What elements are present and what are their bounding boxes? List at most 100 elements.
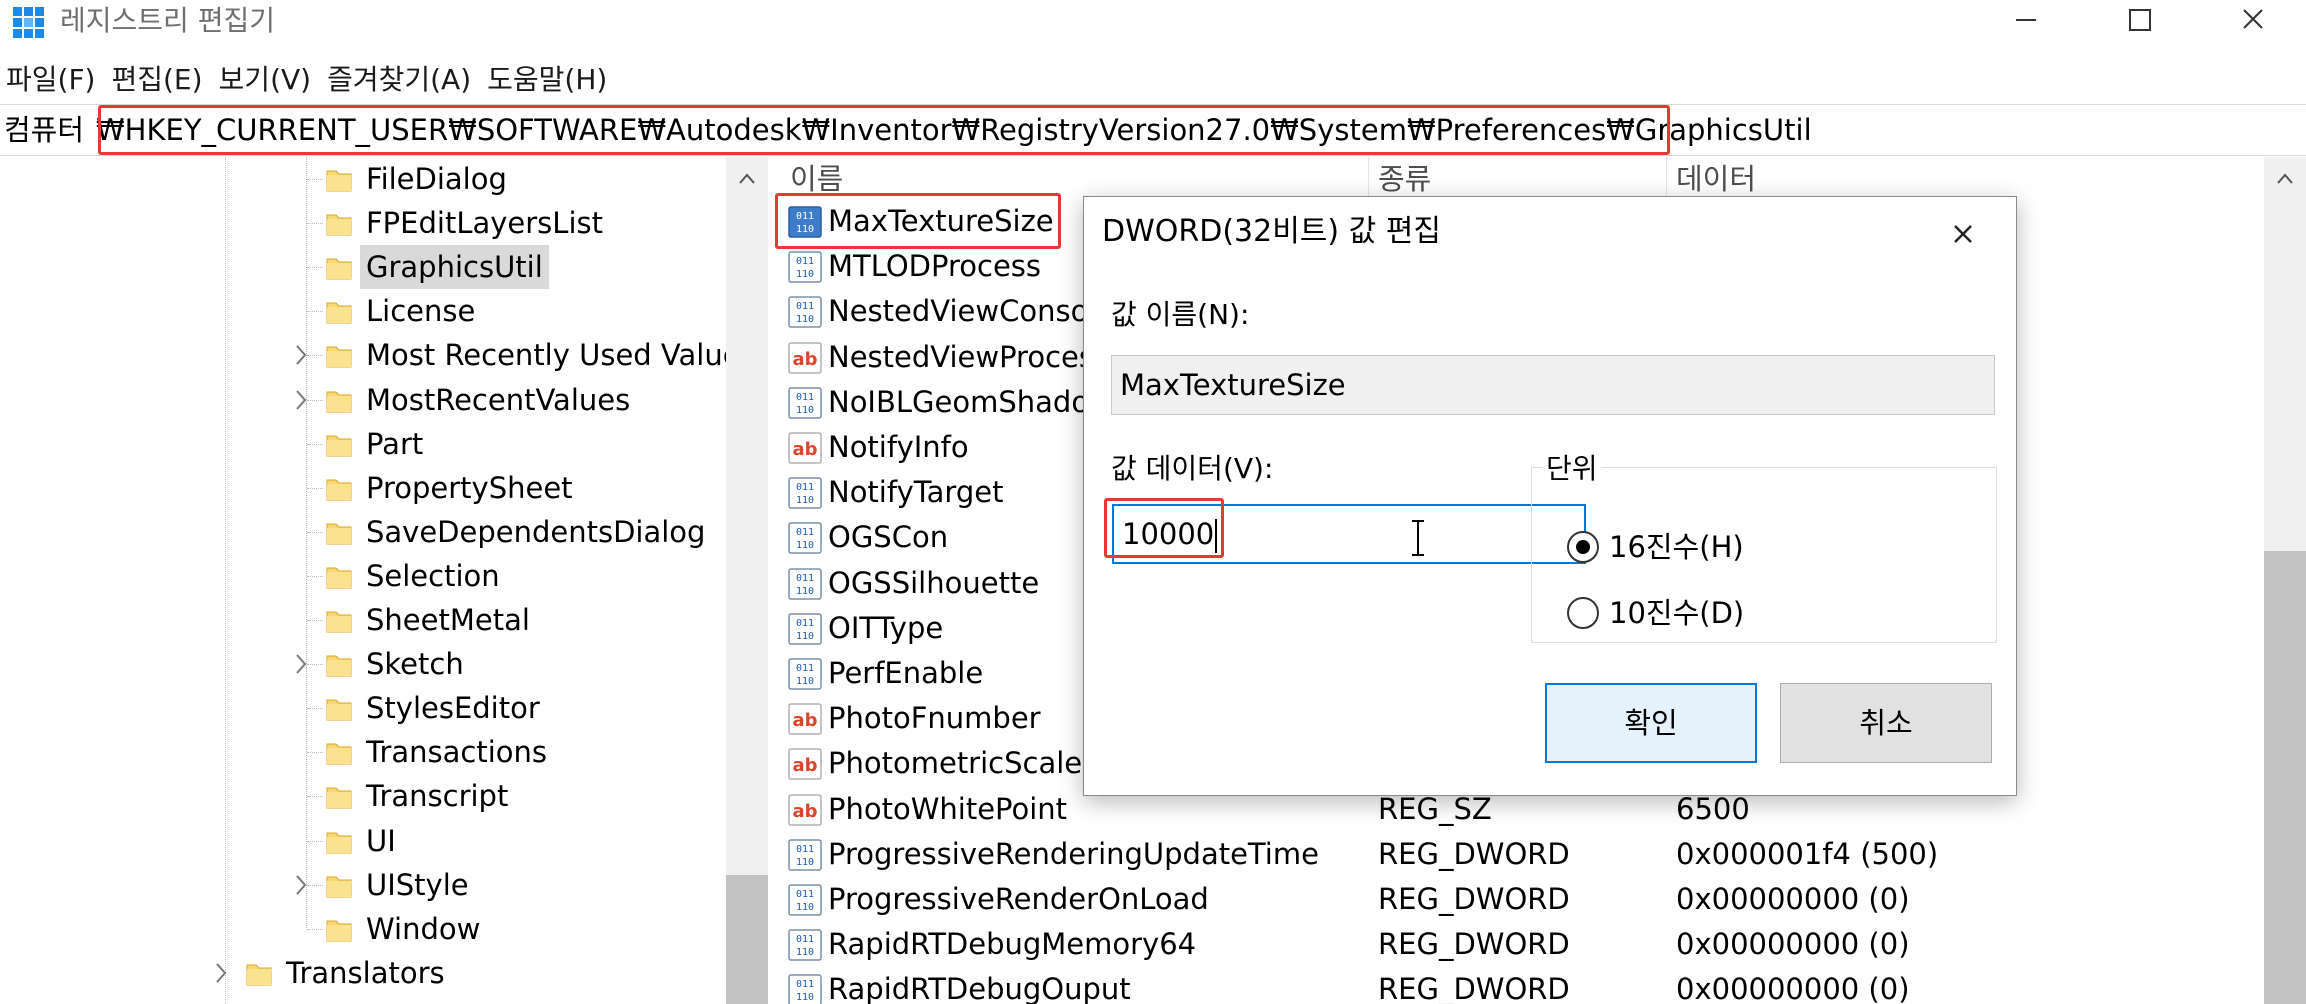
tree-guide-line: [307, 620, 323, 621]
tree-item[interactable]: FPEditLayersList: [326, 201, 609, 245]
scroll-up-icon[interactable]: [2276, 171, 2294, 185]
text-caret: [1215, 519, 1218, 553]
key-tree-pane: FileDialog FPEditLayersList GraphicsUtil Li…: [0, 157, 768, 1004]
folder-icon: [326, 523, 352, 545]
tree-guide-line: [307, 575, 323, 577]
tree-item[interactable]: Most Recently Used Value: [326, 333, 747, 377]
close-button[interactable]: [2198, 0, 2306, 40]
tree-expander[interactable]: [212, 960, 230, 986]
list-row[interactable]: 011 110 ProgressiveRenderOnLoad REG_DWORD 0x…: [776, 877, 2276, 922]
column-separator[interactable]: [1666, 157, 1667, 199]
tree-item[interactable]: Sketch: [326, 642, 470, 686]
expand-chevron-icon[interactable]: [292, 387, 310, 413]
menu-help[interactable]: 도움말(H): [481, 58, 611, 102]
svg-text:011: 011: [796, 934, 814, 945]
radio-decimal[interactable]: 10진수(D): [1567, 593, 1744, 633]
ok-button[interactable]: 확인: [1545, 683, 1757, 763]
tree-item[interactable]: MostRecentValues: [326, 378, 636, 422]
value-type: REG_DWORD: [1378, 836, 1570, 871]
value-name-field: MaxTextureSize: [1111, 355, 1995, 415]
svg-text:011: 011: [796, 663, 814, 674]
column-header-data[interactable]: 데이터: [1676, 157, 1756, 199]
tree-item[interactable]: Window: [326, 907, 486, 951]
radio-hexadecimal[interactable]: 16진수(H): [1567, 527, 1744, 567]
svg-text:011: 011: [796, 618, 814, 629]
tree-item[interactable]: SheetMetal: [326, 598, 536, 642]
tree-item[interactable]: SaveDependentsDialog: [326, 510, 711, 554]
tree-expander[interactable]: [292, 651, 310, 677]
radio-dec-label: 10진수(D): [1609, 596, 1745, 630]
binary-value-icon: 011110: [788, 929, 822, 961]
binary-value-icon: 011110: [788, 296, 822, 329]
column-header-name[interactable]: 이름: [790, 157, 843, 199]
menu-favorites[interactable]: 즐겨찾기(A): [321, 58, 475, 102]
radio-hex-label: 16진수(H): [1609, 530, 1744, 564]
value-name: RapidRTDebugMemory64: [828, 927, 1197, 962]
folder-icon: [326, 611, 352, 633]
expand-chevron-icon[interactable]: [292, 342, 310, 368]
tree-item[interactable]: StylesEditor: [326, 686, 546, 730]
menu-edit[interactable]: 편집(E): [105, 58, 206, 102]
binary-value-icon: 011110: [788, 251, 822, 283]
cancel-button[interactable]: 취소: [1780, 683, 1992, 763]
svg-text:ab: ab: [792, 755, 817, 776]
svg-text:011: 011: [796, 844, 814, 855]
expand-chevron-icon[interactable]: [292, 872, 310, 898]
folder-icon: [326, 391, 352, 412]
tree-item[interactable]: UIStyle: [326, 863, 475, 907]
minimize-button[interactable]: [1970, 0, 2082, 40]
svg-text:110: 110: [796, 314, 814, 325]
tree-item[interactable]: Selection: [326, 554, 506, 598]
binary-value-icon: 011110: [788, 477, 822, 509]
tree-item[interactable]: Transactions: [326, 730, 553, 774]
tree-item[interactable]: FileDialog: [326, 157, 513, 201]
tree-item[interactable]: GraphicsUtil: [326, 245, 549, 290]
list-scrollbar[interactable]: [2264, 157, 2306, 1004]
tree-item[interactable]: License: [326, 289, 481, 333]
tree-guide-line: [307, 840, 323, 842]
menu-file[interactable]: 파일(F): [0, 58, 99, 102]
minimize-icon: [2016, 19, 2036, 21]
scroll-up-icon[interactable]: [738, 171, 756, 185]
tree-item[interactable]: PropertySheet: [326, 466, 579, 510]
list-row[interactable]: 011 110 RapidRTDebugOuput REG_DWORD 0x000000…: [776, 967, 2276, 1004]
tree-item[interactable]: Transcript: [326, 774, 514, 818]
tree-item-translators[interactable]: Translators: [246, 951, 451, 995]
expand-chevron-icon[interactable]: [212, 960, 230, 986]
tree-expander[interactable]: [292, 342, 310, 368]
string-value-icon: ab: [788, 341, 822, 374]
tree-item[interactable]: UI: [326, 819, 402, 863]
value-name: NotifyTarget: [828, 475, 1004, 510]
radio-hex-button[interactable]: [1567, 531, 1599, 563]
tree-item-label: Part: [366, 426, 424, 461]
tree-item-label: SaveDependentsDialog: [366, 514, 706, 549]
tree-scroll-thumb[interactable]: [726, 875, 768, 1004]
value-name: OITType: [828, 610, 944, 645]
expand-chevron-icon[interactable]: [292, 651, 310, 677]
address-bar[interactable]: 컴퓨터 ₩HKEY_CURRENT_USER₩SOFTWARE₩Autodesk…: [0, 104, 2306, 156]
tree-item-label: MostRecentValues: [366, 382, 631, 417]
svg-text:110: 110: [796, 495, 814, 506]
list-scroll-thumb[interactable]: [2264, 551, 2306, 1004]
menu-view[interactable]: 보기(V): [213, 58, 316, 102]
tree-expander[interactable]: [292, 387, 310, 413]
svg-text:110: 110: [796, 992, 814, 1003]
column-header-type[interactable]: 종류: [1378, 157, 1431, 199]
tree-item-label: Window: [366, 911, 481, 946]
dialog-close-icon[interactable]: [1946, 217, 1980, 251]
tree-scrollbar[interactable]: [726, 157, 768, 1004]
tree-item-partial[interactable]: [246, 995, 280, 1004]
list-row[interactable]: 011 110 ProgressiveRenderingUpdateTime REG_…: [776, 832, 2276, 877]
value-data-input[interactable]: 10000: [1112, 504, 1586, 564]
svg-text:011: 011: [796, 301, 814, 312]
radio-dec-button[interactable]: [1567, 597, 1599, 629]
tree-expander[interactable]: [292, 872, 310, 898]
binary-value-icon: 011110: [788, 884, 822, 916]
tree-guide-line: [307, 752, 323, 754]
column-separator[interactable]: [1368, 157, 1369, 199]
maximize-button[interactable]: [2084, 0, 2196, 40]
address-path: ₩HKEY_CURRENT_USER₩SOFTWARE₩Autodesk₩Inv…: [96, 113, 1812, 147]
list-row[interactable]: 011 110 RapidRTDebugMemory64 REG_DWORD 0x000…: [776, 922, 2276, 967]
tree-item[interactable]: Part: [326, 422, 429, 466]
value-name: PhotoWhitePoint: [828, 791, 1068, 826]
